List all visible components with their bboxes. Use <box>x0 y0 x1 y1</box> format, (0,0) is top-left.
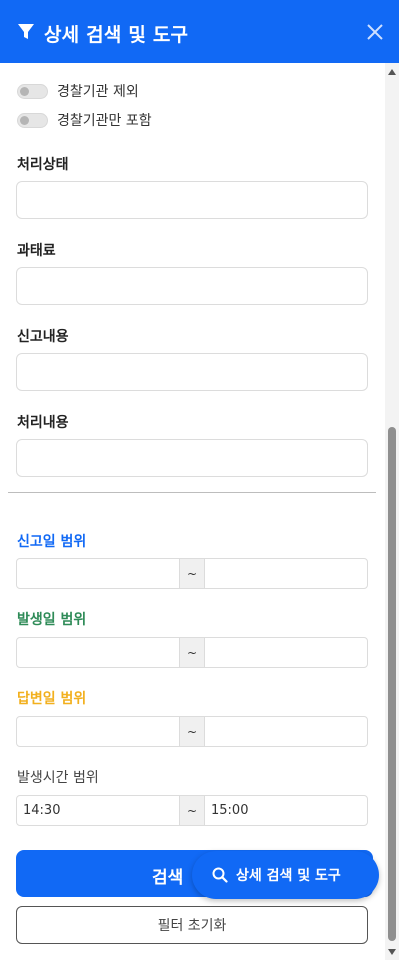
answer-date-to-input[interactable] <box>205 717 367 746</box>
range-separator: ~ <box>179 638 205 667</box>
section-divider <box>8 492 376 493</box>
panel-title: 상세 검색 및 도구 <box>44 24 189 46</box>
answer-date-range: ~ <box>16 716 368 747</box>
close-icon[interactable] <box>365 22 385 42</box>
report-date-range: ~ <box>16 558 368 589</box>
field-label-process-content: 처리내용 <box>17 415 69 431</box>
occur-time-from-input[interactable]: 14:30 <box>17 796 179 825</box>
range-separator: ~ <box>179 796 205 825</box>
fab-label: 상세 검색 및 도구 <box>236 868 341 884</box>
occur-date-to-input[interactable] <box>205 638 367 667</box>
range-separator: ~ <box>179 559 205 588</box>
toggle-police-only[interactable]: 경찰기관만 포함 <box>17 110 152 130</box>
filter-icon <box>18 24 34 39</box>
search-icon <box>212 867 228 883</box>
occur-time-to-input[interactable]: 15:00 <box>205 796 367 825</box>
scrollbar-thumb[interactable] <box>388 427 396 941</box>
report-date-to-input[interactable] <box>205 559 367 588</box>
reset-filter-button[interactable]: 필터 초기화 <box>16 906 368 944</box>
toggle-switch[interactable] <box>17 112 48 128</box>
search-button-label: 검색 <box>152 868 184 888</box>
toggle-exclude-police[interactable]: 경찰기관 제외 <box>17 81 139 101</box>
fine-input[interactable] <box>16 267 368 305</box>
scrollbar[interactable] <box>385 63 399 960</box>
report-content-input[interactable] <box>16 353 368 391</box>
range-label-occur-time: 발생시간 범위 <box>17 770 99 786</box>
process-content-input[interactable] <box>16 439 368 477</box>
detail-search-tools-fab[interactable]: 상세 검색 및 도구 <box>192 851 379 899</box>
report-date-from-input[interactable] <box>17 559 179 588</box>
toggle-label: 경찰기관 제외 <box>57 84 139 100</box>
range-separator: ~ <box>179 717 205 746</box>
toggle-switch[interactable] <box>17 83 48 99</box>
field-label-fine: 과태료 <box>17 243 56 259</box>
occur-date-range: ~ <box>16 637 368 668</box>
status-input[interactable] <box>16 181 368 219</box>
panel-header: 상세 검색 및 도구 <box>0 0 399 63</box>
scroll-down-arrow-icon[interactable] <box>388 949 396 955</box>
range-label-occur-date: 발생일 범위 <box>17 612 87 628</box>
field-label-report-content: 신고내용 <box>17 329 69 345</box>
scroll-up-arrow-icon[interactable] <box>388 69 396 75</box>
field-label-status: 처리상태 <box>17 157 69 173</box>
occur-date-from-input[interactable] <box>17 638 179 667</box>
occur-time-range: 14:30 ~ 15:00 <box>16 795 368 826</box>
range-label-report-date: 신고일 범위 <box>17 534 87 550</box>
answer-date-from-input[interactable] <box>17 717 179 746</box>
toggle-label: 경찰기관만 포함 <box>57 113 152 129</box>
range-label-answer-date: 답변일 범위 <box>17 691 87 707</box>
